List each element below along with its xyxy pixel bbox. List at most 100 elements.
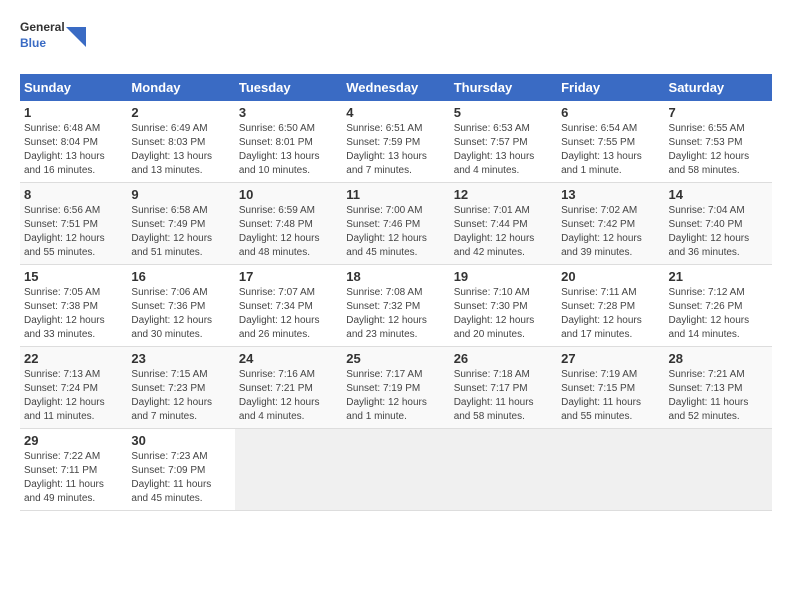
day-info: Sunrise: 7:23 AM Sunset: 7:09 PM Dayligh…	[131, 450, 230, 506]
day-info: Sunrise: 7:08 AM Sunset: 7:32 PM Dayligh…	[346, 286, 445, 342]
day-number: 18	[346, 269, 445, 284]
calendar-cell: 28 Sunrise: 7:21 AM Sunset: 7:13 PM Dayli…	[665, 347, 772, 429]
calendar-cell: 29Sunrise: 7:22 AM Sunset: 7:11 PM Dayli…	[20, 429, 127, 511]
calendar-cell: 12Sunrise: 7:01 AM Sunset: 7:44 PM Dayli…	[450, 183, 557, 265]
calendar-cell: 20 Sunrise: 7:11 AM Sunset: 7:28 PM Dayli…	[557, 265, 664, 347]
day-info: Sunrise: 6:58 AM Sunset: 7:49 PM Dayligh…	[131, 204, 230, 260]
day-number: 29	[24, 433, 123, 448]
day-number: 13	[561, 187, 660, 202]
calendar-cell: 25 Sunrise: 7:17 AM Sunset: 7:19 PM Dayli…	[342, 347, 449, 429]
calendar-cell: 2 Sunrise: 6:49 AM Sunset: 8:03 PM Daylig…	[127, 101, 234, 183]
day-number: 14	[669, 187, 768, 202]
day-number: 11	[346, 187, 445, 202]
logo-blue: Blue	[20, 36, 64, 52]
calendar-cell: 6Sunrise: 6:54 AM Sunset: 7:55 PM Daylig…	[557, 101, 664, 183]
day-number: 16	[131, 269, 230, 284]
calendar-cell: 18 Sunrise: 7:08 AM Sunset: 7:32 PM Dayli…	[342, 265, 449, 347]
day-info: Sunrise: 7:12 AM Sunset: 7:26 PM Dayligh…	[669, 286, 768, 342]
calendar-cell: 11 Sunrise: 7:00 AM Sunset: 7:46 PM Dayli…	[342, 183, 449, 265]
day-number: 4	[346, 105, 445, 120]
calendar-cell	[342, 429, 449, 511]
day-info: Sunrise: 6:51 AM Sunset: 7:59 PM Dayligh…	[346, 122, 445, 178]
calendar-cell: 17 Sunrise: 7:07 AM Sunset: 7:34 PM Dayli…	[235, 265, 342, 347]
calendar-cell: 26 Sunrise: 7:18 AM Sunset: 7:17 PM Dayli…	[450, 347, 557, 429]
day-number: 15	[24, 269, 123, 284]
calendar-cell: 7 Sunrise: 6:55 AM Sunset: 7:53 PM Daylig…	[665, 101, 772, 183]
header-cell-wednesday: Wednesday	[342, 74, 449, 101]
day-info: Sunrise: 6:59 AM Sunset: 7:48 PM Dayligh…	[239, 204, 338, 260]
calendar-cell	[665, 429, 772, 511]
day-info: Sunrise: 7:16 AM Sunset: 7:21 PM Dayligh…	[239, 368, 338, 424]
day-number: 3	[239, 105, 338, 120]
day-number: 20	[561, 269, 660, 284]
calendar-cell: 8 Sunrise: 6:56 AM Sunset: 7:51 PM Daylig…	[20, 183, 127, 265]
calendar-cell: 21Sunrise: 7:12 AM Sunset: 7:26 PM Dayli…	[665, 265, 772, 347]
calendar-cell: 9 Sunrise: 6:58 AM Sunset: 7:49 PM Daylig…	[127, 183, 234, 265]
day-info: Sunrise: 6:56 AM Sunset: 7:51 PM Dayligh…	[24, 204, 123, 260]
calendar-cell: 15 Sunrise: 7:05 AM Sunset: 7:38 PM Dayli…	[20, 265, 127, 347]
header-cell-tuesday: Tuesday	[235, 74, 342, 101]
day-number: 2	[131, 105, 230, 120]
day-number: 23	[131, 351, 230, 366]
day-number: 30	[131, 433, 230, 448]
calendar-cell: 24 Sunrise: 7:16 AM Sunset: 7:21 PM Dayli…	[235, 347, 342, 429]
calendar-cell	[557, 429, 664, 511]
calendar-header: SundayMondayTuesdayWednesdayThursdayFrid…	[20, 74, 772, 101]
logo-general: General	[20, 20, 64, 36]
day-info: Sunrise: 6:50 AM Sunset: 8:01 PM Dayligh…	[239, 122, 338, 178]
calendar-cell: 23 Sunrise: 7:15 AM Sunset: 7:23 PM Dayli…	[127, 347, 234, 429]
header-cell-sunday: Sunday	[20, 74, 127, 101]
day-info: Sunrise: 6:53 AM Sunset: 7:57 PM Dayligh…	[454, 122, 553, 178]
day-number: 12	[454, 187, 553, 202]
week-row-2: 8 Sunrise: 6:56 AM Sunset: 7:51 PM Daylig…	[20, 183, 772, 265]
day-info: Sunrise: 7:18 AM Sunset: 7:17 PM Dayligh…	[454, 368, 553, 424]
day-info: Sunrise: 6:49 AM Sunset: 8:03 PM Dayligh…	[131, 122, 230, 178]
calendar-cell: 10Sunrise: 6:59 AM Sunset: 7:48 PM Dayli…	[235, 183, 342, 265]
week-row-1: 1 Sunrise: 6:48 AM Sunset: 8:04 PM Daylig…	[20, 101, 772, 183]
week-row-3: 15 Sunrise: 7:05 AM Sunset: 7:38 PM Dayli…	[20, 265, 772, 347]
day-number: 28	[669, 351, 768, 366]
day-info: Sunrise: 7:17 AM Sunset: 7:19 PM Dayligh…	[346, 368, 445, 424]
day-info: Sunrise: 7:15 AM Sunset: 7:23 PM Dayligh…	[131, 368, 230, 424]
day-number: 7	[669, 105, 768, 120]
calendar-cell: 13 Sunrise: 7:02 AM Sunset: 7:42 PM Dayli…	[557, 183, 664, 265]
day-info: Sunrise: 7:13 AM Sunset: 7:24 PM Dayligh…	[24, 368, 123, 424]
logo-arrow-icon	[66, 27, 86, 57]
calendar-cell: 5 Sunrise: 6:53 AM Sunset: 7:57 PM Daylig…	[450, 101, 557, 183]
day-number: 1	[24, 105, 123, 120]
header-row: SundayMondayTuesdayWednesdayThursdayFrid…	[20, 74, 772, 101]
header-cell-saturday: Saturday	[665, 74, 772, 101]
day-info: Sunrise: 7:07 AM Sunset: 7:34 PM Dayligh…	[239, 286, 338, 342]
day-number: 25	[346, 351, 445, 366]
header-cell-monday: Monday	[127, 74, 234, 101]
day-info: Sunrise: 6:48 AM Sunset: 8:04 PM Dayligh…	[24, 122, 123, 178]
day-info: Sunrise: 7:11 AM Sunset: 7:28 PM Dayligh…	[561, 286, 660, 342]
day-number: 19	[454, 269, 553, 284]
calendar-cell	[450, 429, 557, 511]
day-number: 26	[454, 351, 553, 366]
day-info: Sunrise: 7:05 AM Sunset: 7:38 PM Dayligh…	[24, 286, 123, 342]
calendar-table: SundayMondayTuesdayWednesdayThursdayFrid…	[20, 74, 772, 511]
day-number: 8	[24, 187, 123, 202]
day-info: Sunrise: 7:00 AM Sunset: 7:46 PM Dayligh…	[346, 204, 445, 260]
page-header: General Blue	[20, 20, 772, 64]
day-number: 24	[239, 351, 338, 366]
calendar-cell: 14Sunrise: 7:04 AM Sunset: 7:40 PM Dayli…	[665, 183, 772, 265]
header-cell-thursday: Thursday	[450, 74, 557, 101]
calendar-cell: 4 Sunrise: 6:51 AM Sunset: 7:59 PM Daylig…	[342, 101, 449, 183]
calendar-cell: 16Sunrise: 7:06 AM Sunset: 7:36 PM Dayli…	[127, 265, 234, 347]
day-info: Sunrise: 6:54 AM Sunset: 7:55 PM Dayligh…	[561, 122, 660, 178]
day-info: Sunrise: 7:21 AM Sunset: 7:13 PM Dayligh…	[669, 368, 768, 424]
calendar-cell: 27Sunrise: 7:19 AM Sunset: 7:15 PM Dayli…	[557, 347, 664, 429]
day-number: 5	[454, 105, 553, 120]
calendar-cell: 1 Sunrise: 6:48 AM Sunset: 8:04 PM Daylig…	[20, 101, 127, 183]
day-number: 22	[24, 351, 123, 366]
day-number: 9	[131, 187, 230, 202]
week-row-5: 29Sunrise: 7:22 AM Sunset: 7:11 PM Dayli…	[20, 429, 772, 511]
day-info: Sunrise: 6:55 AM Sunset: 7:53 PM Dayligh…	[669, 122, 768, 178]
day-info: Sunrise: 7:02 AM Sunset: 7:42 PM Dayligh…	[561, 204, 660, 260]
calendar-cell: 30 Sunrise: 7:23 AM Sunset: 7:09 PM Dayli…	[127, 429, 234, 511]
calendar-cell	[235, 429, 342, 511]
week-row-4: 22 Sunrise: 7:13 AM Sunset: 7:24 PM Dayli…	[20, 347, 772, 429]
day-number: 17	[239, 269, 338, 284]
